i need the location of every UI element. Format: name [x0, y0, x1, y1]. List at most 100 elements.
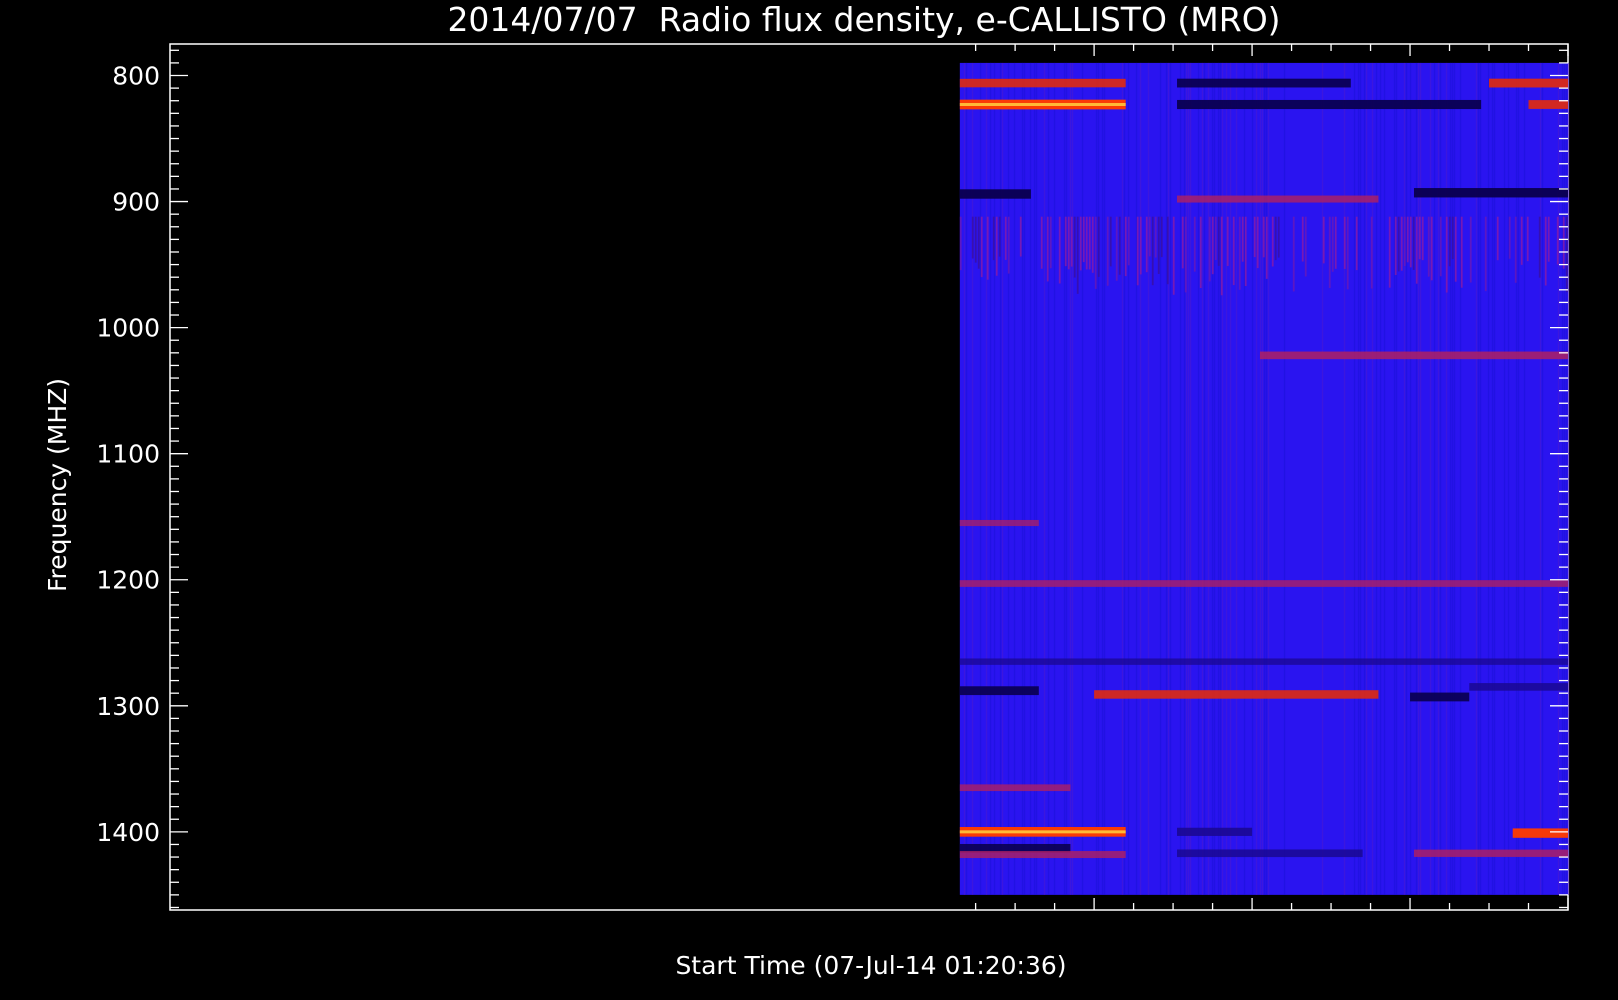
texture-stripe — [1343, 62, 1346, 895]
texture-stripe — [1409, 62, 1412, 895]
striation — [1328, 216, 1331, 289]
texture-stripe — [1375, 62, 1378, 895]
texture-stripe — [1023, 62, 1026, 895]
texture-stripe — [1095, 62, 1098, 895]
striation — [971, 216, 974, 259]
y-tick-label: 1200 — [96, 566, 160, 595]
frequency-band — [1413, 849, 1568, 857]
texture-stripe — [1047, 62, 1050, 895]
texture-stripe — [1539, 62, 1542, 895]
striation — [1292, 216, 1295, 292]
striation — [959, 216, 962, 271]
y-tick-label: 1100 — [96, 440, 160, 469]
striation — [1208, 216, 1211, 282]
texture-stripe — [1475, 62, 1478, 895]
striation — [1211, 216, 1214, 275]
texture-stripe — [1459, 62, 1462, 895]
striation — [1277, 216, 1280, 258]
texture-stripe — [979, 62, 982, 895]
texture-stripe — [1451, 62, 1454, 895]
striation — [1151, 216, 1154, 286]
texture-stripe — [1081, 62, 1084, 895]
striation — [1244, 216, 1247, 287]
striation — [992, 216, 995, 261]
texture-stripe — [1515, 62, 1518, 895]
striation — [1460, 216, 1463, 288]
texture-stripe — [1265, 62, 1268, 895]
texture-stripe — [1167, 62, 1170, 895]
striation — [1226, 216, 1229, 266]
striation — [1415, 216, 1418, 284]
texture-stripe — [1453, 62, 1456, 895]
texture-stripe — [1357, 62, 1360, 895]
texture-stripe — [1127, 62, 1130, 895]
striation — [1304, 216, 1307, 277]
frequency-band — [959, 189, 1031, 199]
x-axis-label: Start Time (07-Jul-14 01:20:36) — [675, 951, 1066, 980]
striation — [1091, 216, 1094, 273]
striation — [1400, 216, 1403, 271]
texture-stripe — [1567, 62, 1570, 895]
texture-stripe — [1477, 62, 1480, 895]
texture-stripe — [1187, 62, 1190, 895]
striation — [1109, 216, 1112, 267]
striation — [1403, 216, 1406, 267]
texture-stripe — [1229, 62, 1232, 895]
striation — [1484, 216, 1487, 292]
texture-stripe — [1415, 62, 1418, 895]
striation — [1082, 216, 1085, 263]
heatmap-texture — [963, 62, 1570, 895]
texture-stripe — [1445, 62, 1448, 895]
texture-stripe — [1103, 62, 1106, 895]
texture-stripe — [1211, 62, 1214, 895]
striation — [1421, 216, 1424, 261]
striation — [1238, 216, 1241, 290]
striation — [1160, 216, 1163, 258]
striation — [1232, 216, 1235, 286]
striation — [1064, 216, 1067, 267]
frequency-band-peak — [959, 103, 1126, 107]
texture-stripe — [1359, 62, 1362, 895]
striation — [1544, 216, 1547, 286]
striation — [1430, 216, 1433, 281]
frequency-band — [1177, 99, 1482, 110]
striation — [1046, 216, 1049, 282]
texture-stripe — [1405, 62, 1408, 895]
texture-stripe — [1255, 62, 1258, 895]
texture-stripe — [1029, 62, 1032, 895]
striation — [1514, 216, 1517, 283]
striation — [1019, 216, 1022, 257]
striation — [1094, 216, 1097, 289]
striation — [1262, 216, 1265, 258]
texture-stripe — [1101, 62, 1104, 895]
texture-stripe — [1429, 62, 1432, 895]
texture-stripe — [1251, 62, 1254, 895]
striation — [1448, 216, 1451, 267]
texture-stripe — [1283, 62, 1286, 895]
texture-stripe — [1159, 62, 1162, 895]
striation — [1076, 216, 1079, 294]
striation — [1451, 216, 1454, 260]
texture-stripe — [1053, 62, 1056, 895]
texture-stripe — [1479, 62, 1482, 895]
striation — [1127, 216, 1130, 266]
texture-stripe — [1393, 62, 1396, 895]
texture-stripe — [1069, 62, 1072, 895]
texture-stripe — [1139, 62, 1142, 895]
y-tick-label: 900 — [112, 188, 160, 217]
texture-stripe — [1419, 62, 1422, 895]
striation — [1181, 216, 1184, 269]
texture-stripe — [1261, 62, 1264, 895]
frequency-band — [959, 784, 1071, 792]
texture-stripe — [999, 62, 1002, 895]
striation — [1067, 216, 1070, 270]
striation — [1562, 216, 1565, 269]
striation — [995, 216, 998, 276]
texture-stripe — [1165, 62, 1168, 895]
frequency-band-peak — [959, 830, 1126, 834]
texture-stripe — [971, 62, 974, 895]
striation — [1265, 216, 1268, 279]
striation — [1136, 216, 1139, 286]
striation — [1115, 216, 1118, 281]
striation — [986, 216, 989, 280]
